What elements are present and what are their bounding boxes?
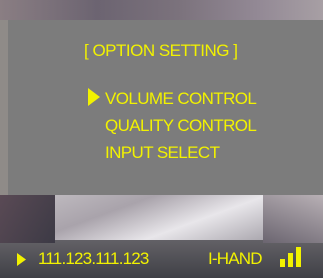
camera-feed-top bbox=[0, 0, 323, 20]
signal-strength-icon bbox=[280, 247, 301, 267]
selection-cursor-icon bbox=[88, 88, 100, 106]
menu-item-volume-control[interactable]: VOLUME CONTROL bbox=[105, 89, 257, 109]
status-arrow-icon bbox=[17, 253, 26, 266]
menu-item-quality-control[interactable]: QUALITY CONTROL bbox=[105, 116, 257, 136]
panel-title: [ OPTION SETTING ] bbox=[84, 41, 238, 60]
ip-address: 111.123.111.123 bbox=[38, 249, 149, 268]
mode-label: I-HAND bbox=[208, 249, 263, 268]
menu-item-input-select[interactable]: INPUT SELECT bbox=[105, 143, 220, 163]
